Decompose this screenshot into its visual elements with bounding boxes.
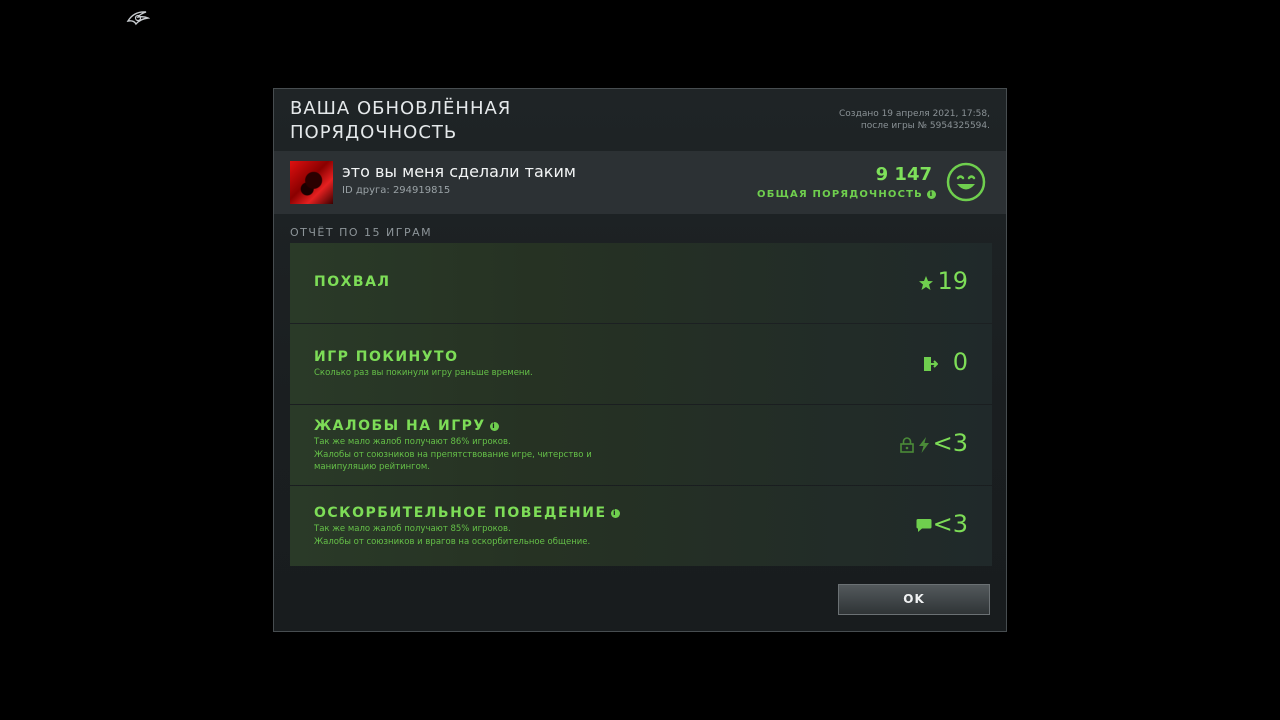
report-title: ОТЧЁТ ПО 15 ИГРАМ	[290, 226, 433, 239]
report-list: ПОХВАЛ 19 ИГР ПОКИНУТО Сколько раз вы по…	[290, 243, 992, 567]
info-icon[interactable]: i	[610, 508, 620, 518]
smiley-face-icon	[946, 162, 986, 202]
dialog-title: ВАША ОБНОВЛЁННАЯ ПОРЯДОЧНОСТЬ	[290, 98, 512, 143]
row-value: <3	[932, 429, 968, 457]
row-value: <3	[932, 510, 968, 538]
row-label: ПОХВАЛ	[314, 274, 391, 290]
app-logo-icon	[126, 11, 150, 26]
ok-button[interactable]: OK	[838, 584, 990, 615]
row-label-wrap: ЖАЛОБЫ НА ИГРУ i	[314, 418, 499, 434]
row-value: 19	[937, 267, 968, 295]
info-icon[interactable]: i	[927, 189, 936, 199]
row-description: Сколько раз вы покинули игру раньше врем…	[314, 368, 533, 378]
behavior-score: 9 147	[875, 164, 932, 185]
row-label-wrap: ОСКОРБИТЕЛЬНОЕ ПОВЕДЕНИЕ i	[314, 505, 620, 521]
friend-id: ID друга: 294919815	[342, 185, 451, 196]
report-row-game-reports: ЖАЛОБЫ НА ИГРУ i Так же мало жалоб получа…	[290, 405, 992, 485]
behavior-summary-dialog: ВАША ОБНОВЛЁННАЯ ПОРЯДОЧНОСТЬ Создано 19…	[273, 88, 1007, 632]
row-label: ЖАЛОБЫ НА ИГРУ	[314, 418, 486, 434]
lightning-icon	[919, 437, 929, 453]
chat-bubble-icon	[916, 519, 932, 532]
row-value: 0	[952, 348, 968, 376]
behavior-score-label: ОБЩАЯ ПОРЯДОЧНОСТЬ i	[757, 189, 936, 200]
lock-icon	[900, 437, 914, 453]
row-description: Так же мало жалоб получают 85% игроков. …	[314, 524, 591, 547]
row-label: ОСКОРБИТЕЛЬНОЕ ПОВЕДЕНИЕ	[314, 505, 607, 521]
row-label: ИГР ПОКИНУТО	[314, 349, 459, 365]
profile-panel: это вы меня сделали таким ID друга: 2949…	[274, 151, 1006, 214]
behavior-label-text: ОБЩАЯ ПОРЯДОЧНОСТЬ	[757, 189, 923, 200]
report-row-comms-reports: ОСКОРБИТЕЛЬНОЕ ПОВЕДЕНИЕ i Так же мало жа…	[290, 486, 992, 566]
report-row-commends: ПОХВАЛ 19	[290, 243, 992, 323]
created-info: Создано 19 апреля 2021, 17:58, после игр…	[839, 109, 990, 131]
avatar[interactable]	[290, 161, 333, 204]
commend-star-icon	[919, 276, 933, 290]
player-nickname: это вы меня сделали таким	[342, 162, 576, 181]
abandon-door-icon	[924, 357, 938, 371]
report-row-abandons: ИГР ПОКИНУТО Сколько раз вы покинули игр…	[290, 324, 992, 404]
info-icon[interactable]: i	[489, 421, 499, 431]
dialog-header: ВАША ОБНОВЛЁННАЯ ПОРЯДОЧНОСТЬ Создано 19…	[274, 89, 1006, 151]
row-description: Так же мало жалоб получают 86% игроков. …	[314, 437, 592, 472]
